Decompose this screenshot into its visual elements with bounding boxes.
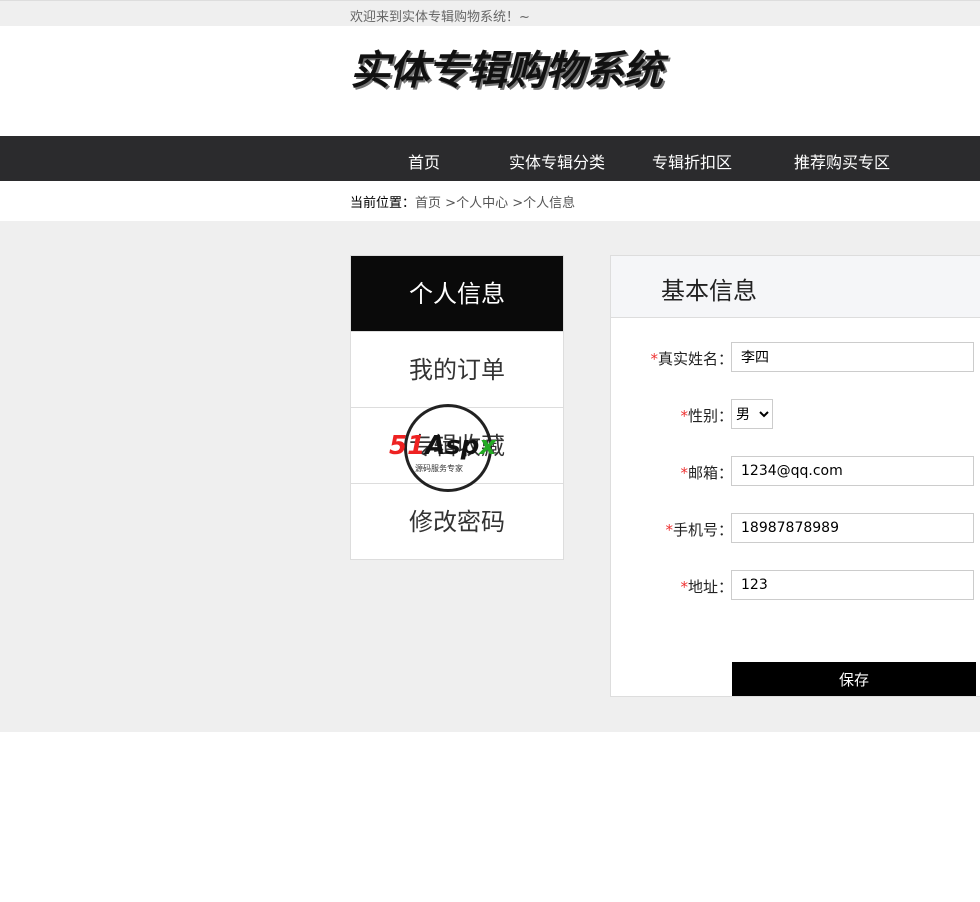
email-label: 邮箱： [687, 464, 733, 482]
field-address: *地址： [611, 570, 980, 600]
breadcrumb-profile: >个人信息 [512, 196, 576, 211]
nav-categories[interactable]: 实体专辑分类 [509, 149, 605, 173]
breadcrumb-home[interactable]: 首页 [415, 196, 441, 211]
address-label: 地址： [687, 578, 733, 596]
field-gender: *性别：男 [611, 399, 980, 429]
site-logo[interactable]: 实体专辑购物系统 [350, 38, 663, 96]
required-mark: * [680, 464, 688, 482]
breadcrumb-label: 当前位置： [350, 196, 416, 211]
welcome-text: 欢迎来到实体专辑购物系统！~ [350, 10, 530, 25]
breadcrumb: 当前位置：首页 >个人中心 >个人信息 [350, 192, 575, 211]
required-mark: * [680, 578, 688, 596]
required-mark: * [665, 521, 673, 539]
field-name: *真实姓名： [611, 342, 980, 372]
phone-label: 手机号： [672, 521, 733, 539]
nav-discount[interactable]: 专辑折扣区 [652, 149, 732, 173]
breadcrumb-user-center[interactable]: >个人中心 [445, 196, 508, 211]
save-button[interactable]: 保存 [732, 662, 976, 696]
nav-home[interactable]: 首页 [408, 149, 440, 173]
field-phone: *手机号： [611, 513, 980, 543]
top-bar: 欢迎来到实体专辑购物系统！~ [0, 0, 980, 26]
sidebar-item-orders[interactable]: 我的订单 [351, 331, 563, 407]
sidebar-item-profile[interactable]: 个人信息 [351, 256, 563, 331]
sidebar-item-password[interactable]: 修改密码 [351, 483, 563, 559]
main-nav: 首页 实体专辑分类 专辑折扣区 推荐购买专区 [0, 136, 980, 181]
nav-recommend[interactable]: 推荐购买专区 [794, 149, 890, 173]
required-mark: * [650, 350, 658, 368]
email-input[interactable] [731, 456, 974, 486]
gender-label: 性别： [687, 407, 733, 425]
panel-title: 基本信息 [611, 256, 980, 318]
content-area: 个人信息 我的订单 专辑收藏 修改密码 基本信息 *真实姓名： *性别：男 *邮… [0, 221, 980, 732]
address-input[interactable] [731, 570, 974, 600]
phone-input[interactable] [731, 513, 974, 543]
field-email: *邮箱： [611, 456, 980, 486]
name-label: 真实姓名： [657, 350, 733, 368]
name-input[interactable] [731, 342, 974, 372]
profile-panel: 基本信息 *真实姓名： *性别：男 *邮箱： *手机号： *地址： 保存 [610, 255, 980, 697]
watermark-logo: 51Aspx 源码服务专家 [389, 404, 496, 492]
required-mark: * [680, 407, 688, 425]
gender-select[interactable]: 男 [731, 399, 773, 429]
